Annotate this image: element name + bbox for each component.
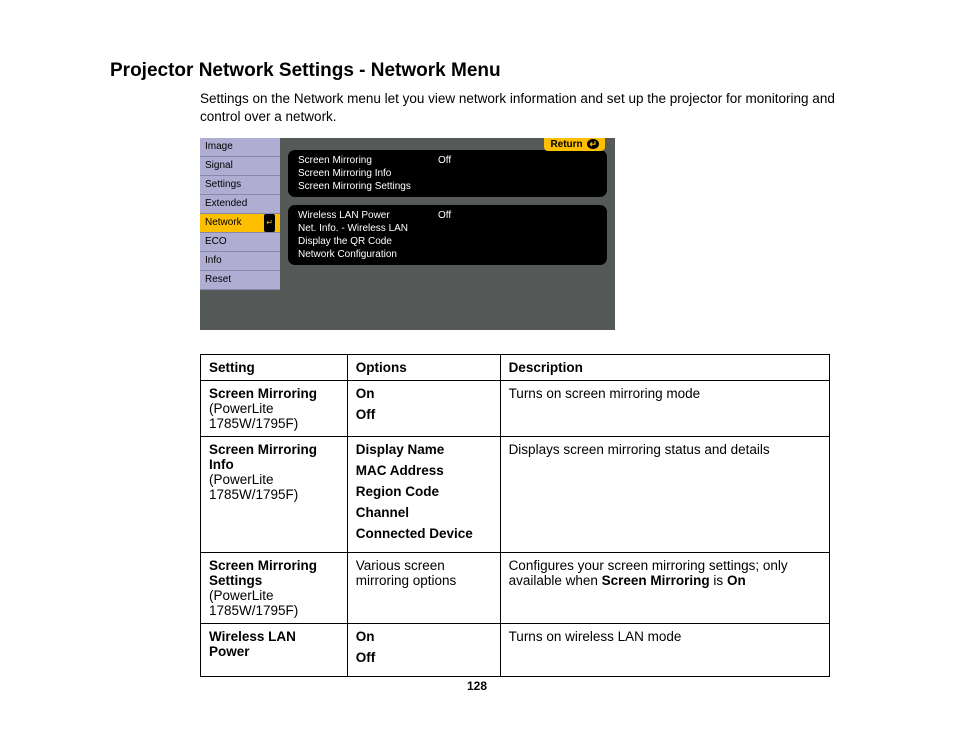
setting-cell: Screen Mirroring Info(PowerLite 1785W/17…: [201, 437, 348, 553]
sidebar-tab-extended[interactable]: Extended: [200, 195, 280, 214]
options-cell: OnOff: [347, 624, 500, 677]
menu-item[interactable]: Net. Info. - Wireless LAN: [298, 222, 597, 235]
sidebar-tab-settings[interactable]: Settings: [200, 176, 280, 195]
options-cell: OnOff: [347, 381, 500, 437]
menu-item[interactable]: Screen Mirroring Info: [298, 167, 597, 180]
menu-group-2: Wireless LAN PowerOffNet. Info. - Wirele…: [288, 205, 607, 265]
sidebar-tab-image[interactable]: Image: [200, 138, 280, 157]
return-button[interactable]: Return ↵: [544, 138, 605, 151]
menu-item-label: Net. Info. - Wireless LAN: [298, 223, 438, 234]
table-header: Setting: [201, 355, 348, 381]
menu-item-label: Screen Mirroring Info: [298, 168, 438, 179]
settings-table: SettingOptionsDescription Screen Mirrori…: [200, 354, 830, 677]
menu-item[interactable]: Wireless LAN PowerOff: [298, 209, 597, 222]
menu-item-label: Display the QR Code: [298, 236, 438, 247]
menu-item[interactable]: Screen MirroringOff: [298, 154, 597, 167]
setting-cell: Wireless LAN Power: [201, 624, 348, 677]
menu-item[interactable]: Network Configuration: [298, 248, 597, 261]
menu-group-1: Screen MirroringOffScreen Mirroring Info…: [288, 150, 607, 197]
table-row: Screen Mirroring Settings(PowerLite 1785…: [201, 553, 830, 624]
return-label: Return: [550, 139, 582, 150]
sidebar-tab-info[interactable]: Info: [200, 252, 280, 271]
options-cell: Display NameMAC AddressRegion CodeChanne…: [347, 437, 500, 553]
menu-item-value: Off: [438, 155, 597, 166]
menu-item-label: Network Configuration: [298, 249, 438, 260]
sidebar-tab-network[interactable]: Network↵: [200, 214, 280, 233]
sidebar-tab-eco[interactable]: ECO: [200, 233, 280, 252]
menu-item-label: Wireless LAN Power: [298, 210, 438, 221]
menu-item[interactable]: Screen Mirroring Settings: [298, 180, 597, 193]
sidebar-tab-reset[interactable]: Reset: [200, 271, 280, 290]
enter-icon: ↵: [264, 214, 275, 232]
menu-screenshot: ImageSignalSettingsExtendedNetwork↵ECOIn…: [200, 138, 615, 330]
table-row: Screen Mirroring(PowerLite 1785W/1795F)O…: [201, 381, 830, 437]
menu-item-label: Screen Mirroring: [298, 155, 438, 166]
table-header: Options: [347, 355, 500, 381]
setting-cell: Screen Mirroring(PowerLite 1785W/1795F): [201, 381, 348, 437]
page-title: Projector Network Settings - Network Men…: [110, 60, 844, 82]
options-cell: Various screen mirroring options: [347, 553, 500, 624]
menu-item-value: Off: [438, 210, 597, 221]
intro-text: Settings on the Network menu let you vie…: [200, 90, 844, 126]
table-header: Description: [500, 355, 829, 381]
menu-sidebar: ImageSignalSettingsExtendedNetwork↵ECOIn…: [200, 138, 280, 330]
enter-icon: ↵: [587, 139, 599, 149]
menu-item-label: Screen Mirroring Settings: [298, 181, 438, 192]
page-number: 128: [0, 679, 954, 693]
sidebar-tab-signal[interactable]: Signal: [200, 157, 280, 176]
menu-mainpane: Return ↵ Screen MirroringOffScreen Mirro…: [280, 138, 615, 330]
description-cell: Turns on wireless LAN mode: [500, 624, 829, 677]
menu-item[interactable]: Display the QR Code: [298, 235, 597, 248]
setting-cell: Screen Mirroring Settings(PowerLite 1785…: [201, 553, 348, 624]
description-cell: Turns on screen mirroring mode: [500, 381, 829, 437]
description-cell: Configures your screen mirroring setting…: [500, 553, 829, 624]
table-row: Wireless LAN PowerOnOffTurns on wireless…: [201, 624, 830, 677]
description-cell: Displays screen mirroring status and det…: [500, 437, 829, 553]
table-row: Screen Mirroring Info(PowerLite 1785W/17…: [201, 437, 830, 553]
